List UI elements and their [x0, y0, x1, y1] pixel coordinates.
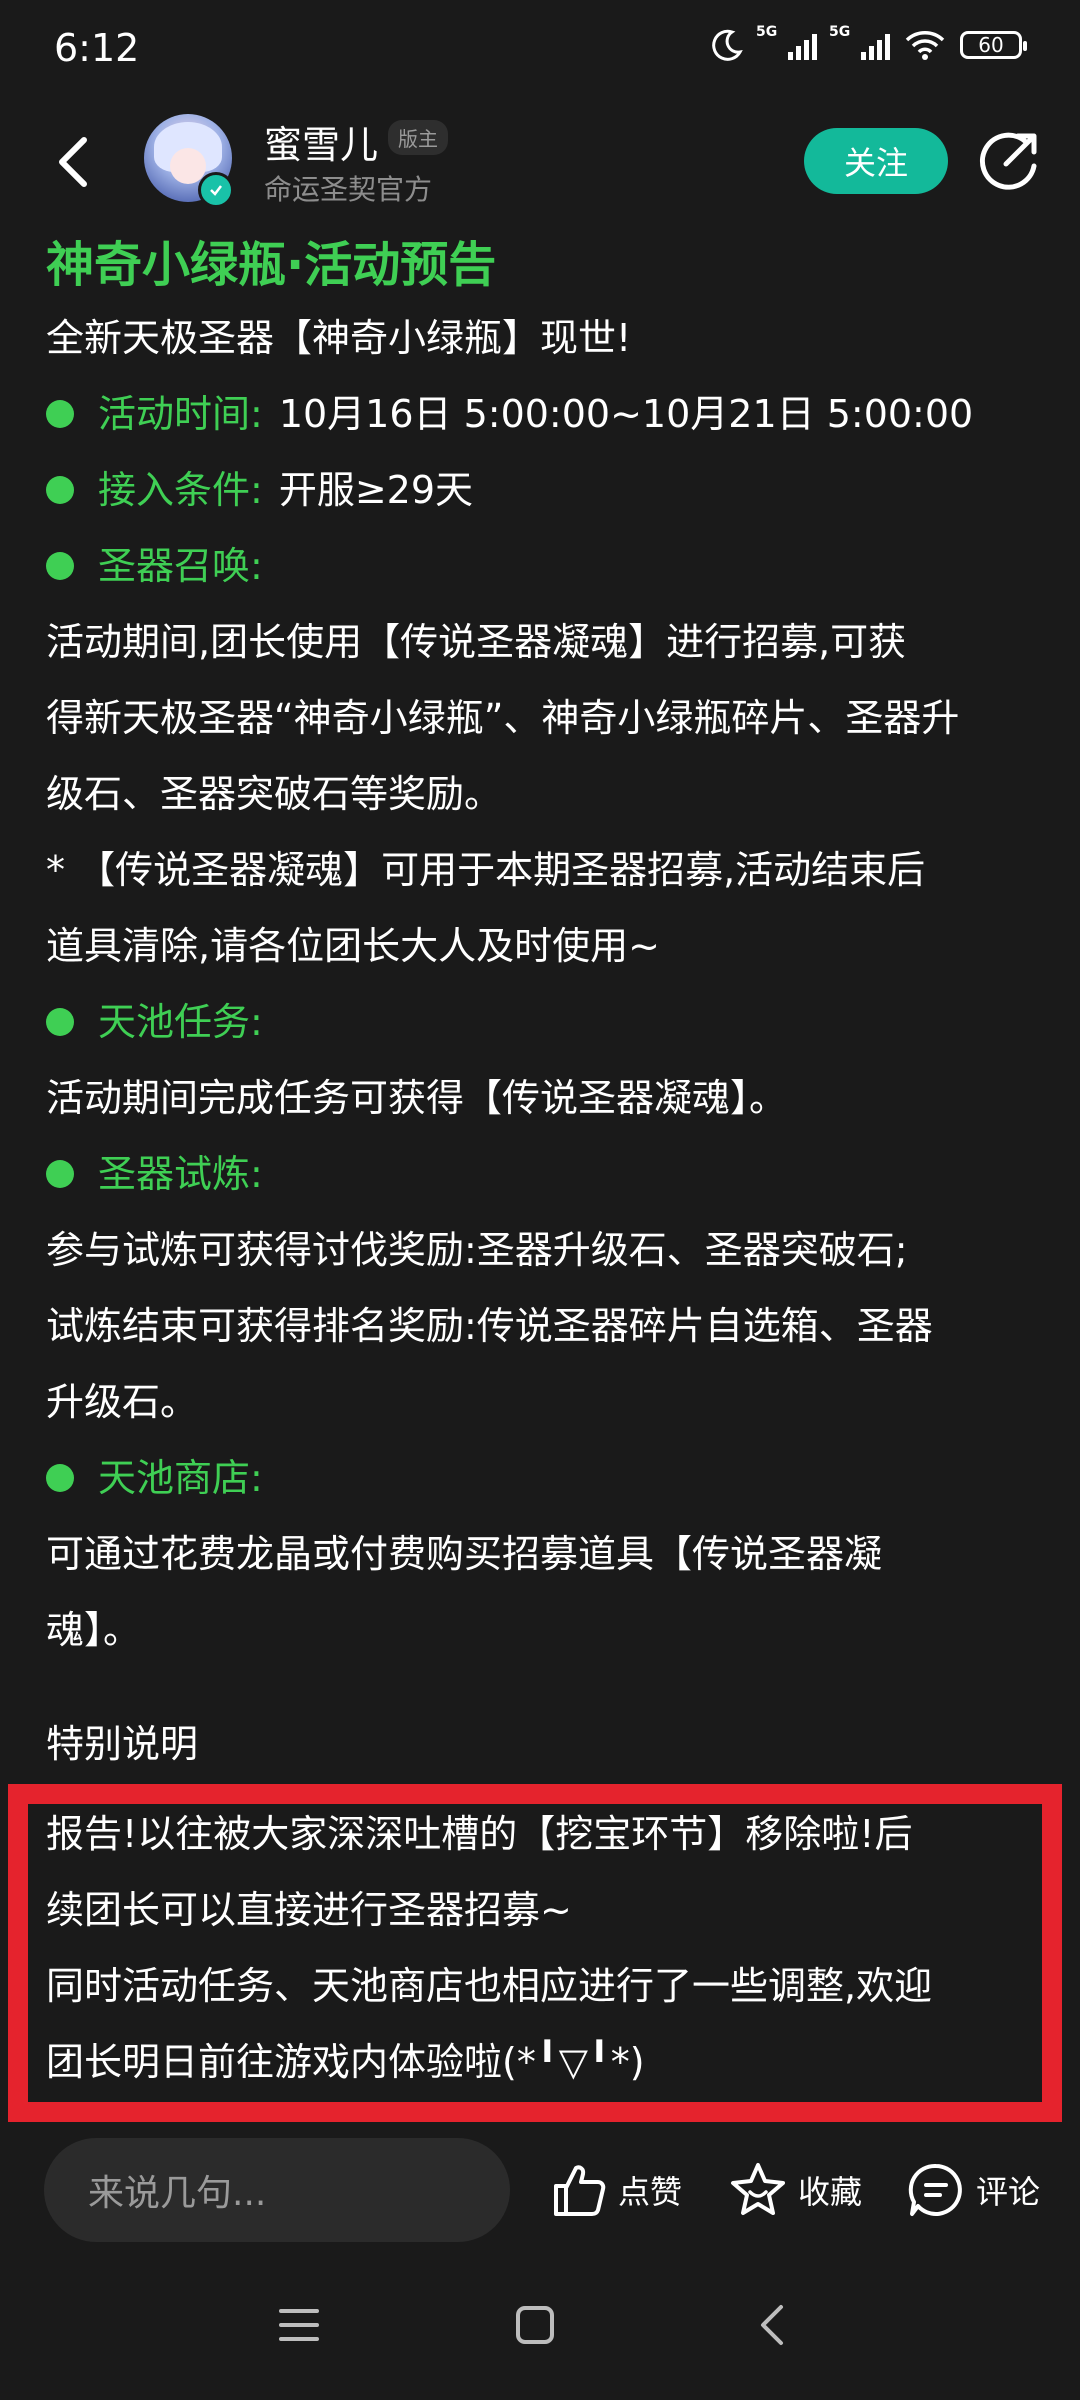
- moderator-badge: 版主: [388, 120, 448, 155]
- back-arrow-icon[interactable]: [48, 132, 98, 192]
- bullet-dot-icon: [46, 552, 74, 580]
- author-subtitle: 命运圣契官方: [264, 173, 433, 206]
- task-text: 活动期间完成任务可获得【传说圣器凝魂】。: [46, 1076, 788, 1120]
- like-label: 点赞: [618, 2173, 683, 2211]
- menu-nav-button[interactable]: [264, 2290, 334, 2360]
- verified-badge-icon: [198, 172, 234, 208]
- trial-text: 参与试炼可获得讨伐奖励:圣器升级石、圣器突破石;: [46, 1228, 908, 1272]
- bullet-activity-time: 活动时间: 10月16日 5:00:00~10月21日 5:00:00: [46, 376, 1036, 452]
- comment-label: 评论: [976, 2173, 1041, 2211]
- back-nav-button[interactable]: [738, 2290, 808, 2360]
- summon-note: 道具清除,请各位团长大人及时使用~: [46, 924, 660, 968]
- favorite-label: 收藏: [798, 2173, 863, 2211]
- bullet-dot-icon: [46, 400, 74, 428]
- share-icon[interactable]: [976, 128, 1042, 194]
- comment-placeholder: 来说几句...: [88, 2173, 267, 2214]
- bullet-tianchi-shop: 天池商店:: [46, 1440, 1036, 1516]
- post-intro: 全新天极圣器【神奇小绿瓶】现世!: [46, 316, 632, 360]
- bullet-dot-icon: [46, 1008, 74, 1036]
- comment-button[interactable]: 评论: [906, 2150, 1040, 2230]
- special-note-line: 报告!以往被大家深深吐槽的【挖宝环节】移除啦!后: [46, 1812, 913, 1856]
- shop-text: 魂】。: [46, 1608, 142, 1652]
- trial-text: 试炼结束可获得排名奖励:传说圣器碎片自选箱、圣器: [46, 1304, 933, 1348]
- bullet-summon: 圣器召唤:: [46, 528, 1036, 604]
- author-name[interactable]: 蜜雪儿: [264, 114, 378, 169]
- status-time: 6:12: [54, 26, 140, 70]
- comment-bubble-icon: [908, 2163, 962, 2216]
- trial-text: 升级石。: [46, 1380, 199, 1424]
- shop-text: 可通过花费龙晶或付费购买招募道具【传说圣器凝: [46, 1532, 883, 1576]
- system-nav-bar: [0, 2250, 1080, 2400]
- follow-button[interactable]: 关注: [804, 128, 948, 194]
- bullet-dot-icon: [46, 1160, 74, 1188]
- special-note-line: 同时活动任务、天池商店也相应进行了一些调整,欢迎: [46, 1964, 933, 2008]
- summon-text: 活动期间,团长使用【传说圣器凝魂】进行招募,可获: [46, 620, 907, 664]
- home-nav-button[interactable]: [500, 2290, 570, 2360]
- signal-icon-sim2: 5G: [829, 24, 890, 60]
- thumbs-up-icon: [554, 2165, 606, 2216]
- battery-icon: 60: [960, 31, 1027, 59]
- home-square-icon: [516, 2306, 554, 2344]
- summon-text: 得新天极圣器“神奇小绿瓶”、神奇小绿瓶碎片、圣器升: [46, 696, 960, 740]
- summon-note: * 【传说圣器凝魂】可用于本期圣器招募,活动结束后: [46, 848, 926, 892]
- bullet-trial: 圣器试炼:: [46, 1136, 1036, 1212]
- special-notes-heading: 特别说明: [46, 1722, 199, 1766]
- comment-input[interactable]: 来说几句...: [44, 2138, 510, 2242]
- special-note-line: 续团长可以直接进行圣器招募~: [46, 1888, 572, 1932]
- bullet-dot-icon: [46, 1464, 74, 1492]
- action-bar: 来说几句... 点赞 收藏 评论: [0, 2130, 1080, 2250]
- status-bar: 6:12 5G 5G 60: [0, 0, 1080, 100]
- post-title: 神奇小绿瓶·活动预告: [46, 237, 497, 293]
- post-header: 蜜雪儿 版主 命运圣契官方 关注: [0, 100, 1080, 230]
- menu-icon: [279, 2309, 319, 2341]
- wifi-icon: [905, 31, 945, 60]
- bullet-dot-icon: [46, 476, 74, 504]
- battery-level: 60: [978, 33, 1004, 57]
- status-icons: 5G 5G 60: [710, 24, 1027, 62]
- signal-icon-sim1: 5G: [756, 24, 817, 60]
- special-note-line: 团长明日前往游戏内体验啦(*╹▽╹*): [46, 2040, 645, 2084]
- special-notes: 报告!以往被大家深深吐槽的【挖宝环节】移除啦!后 续团长可以直接进行圣器招募~ …: [46, 1796, 1036, 2100]
- moon-icon: [712, 29, 743, 61]
- favorite-button[interactable]: 收藏: [728, 2150, 862, 2230]
- star-icon: [731, 2163, 785, 2215]
- like-button[interactable]: 点赞: [548, 2150, 682, 2230]
- bullet-tianchi-task: 天池任务:: [46, 984, 1036, 1060]
- summon-text: 级石、圣器突破石等奖励。: [46, 772, 503, 816]
- back-triangle-icon: [761, 2305, 783, 2345]
- post-content: 神奇小绿瓶·活动预告 全新天极圣器【神奇小绿瓶】现世! 活动时间: 10月16日…: [46, 230, 1036, 1820]
- bullet-entry-condition: 接入条件: 开服≥29天: [46, 452, 1036, 528]
